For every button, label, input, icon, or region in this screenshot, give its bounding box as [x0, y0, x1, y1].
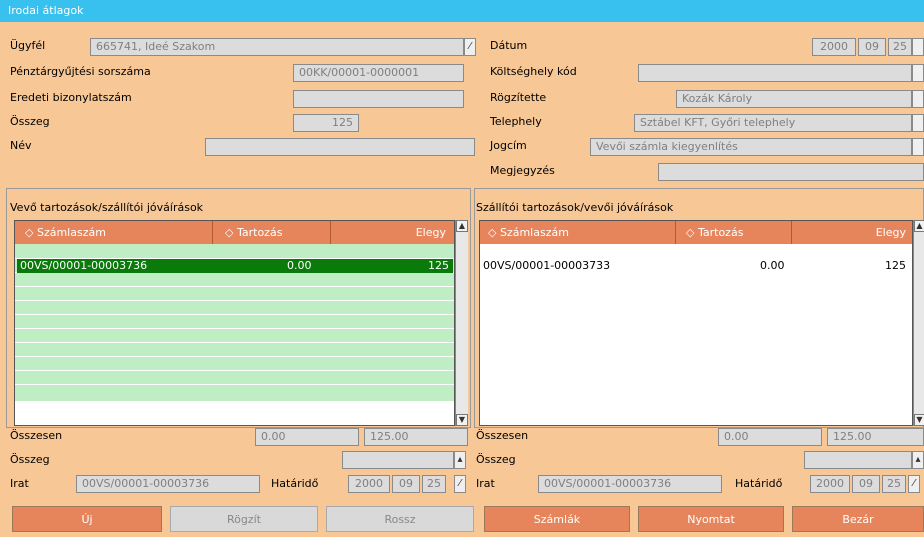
left-hatarido-label: Határidő: [271, 477, 319, 490]
right-vertical-scrollbar[interactable]: ▲ ▼: [913, 220, 924, 426]
right-grid: ◇ Számlaszám ◇ Tartozás Elegy 00VS/00001…: [479, 220, 913, 426]
sort-icon: ◇: [225, 226, 234, 239]
table-row[interactable]: 00VS/00001-00003736 0.00 125: [17, 259, 453, 273]
left-col-szamlaszam-label: Számlaszám: [36, 226, 106, 239]
left-irat-field[interactable]: 00VS/00001-00003736: [76, 475, 260, 493]
left-panel-title: Vevő tartozások/szállítói jóváírások: [10, 201, 204, 214]
right-panel-title: Szállítói tartozások/vevői jóváírások: [476, 201, 674, 214]
scroll-down-icon[interactable]: ▼: [456, 414, 468, 426]
left-col-szamlaszam[interactable]: ◇ Számlaszám: [15, 221, 213, 244]
jogcim-label: Jogcím: [490, 139, 527, 152]
rossz-button[interactable]: Rossz: [326, 506, 474, 532]
eredeti-field[interactable]: [293, 90, 464, 108]
koltseghely-dropdown-icon[interactable]: [912, 64, 924, 82]
left-osszeg-stepper-icon[interactable]: ▴: [454, 451, 466, 469]
rogzitette-field[interactable]: Kozák Károly: [676, 90, 912, 108]
right-col-szamlaszam[interactable]: ◇ Számlaszám: [480, 221, 676, 244]
scroll-down-icon[interactable]: ▼: [914, 414, 924, 426]
sort-icon: ◇: [488, 226, 497, 239]
nev-field[interactable]: [205, 138, 475, 156]
telephely-label: Telephely: [490, 115, 542, 128]
window-title: Irodai átlagok: [0, 0, 924, 22]
datum-day[interactable]: 25: [888, 38, 912, 56]
left-grid: ◇ Számlaszám ◇ Tartozás Elegy 00VS/00001…: [14, 220, 455, 426]
row-tartozas: 0.00: [287, 259, 312, 272]
ugyfel-field[interactable]: 665741, Ideé Szakom: [90, 38, 464, 56]
right-osszesen-label: Összesen: [476, 429, 529, 442]
telephely-field[interactable]: Sztábel KFT, Győri telephely: [634, 114, 912, 132]
left-osszeg-field[interactable]: [342, 451, 454, 469]
penztar-field[interactable]: 00KK/00001-0000001: [293, 64, 464, 82]
row-elegy: 125: [428, 259, 449, 272]
table-row[interactable]: 00VS/00001-00003733 0.00 125: [480, 259, 912, 273]
osszeg-field[interactable]: 125: [293, 114, 359, 132]
bezar-button[interactable]: Bezár: [792, 506, 924, 532]
right-hatarido-month[interactable]: 09: [852, 475, 880, 493]
right-col-szamlaszam-label: Számlaszám: [499, 226, 569, 239]
uj-button[interactable]: Új: [12, 506, 162, 532]
rogzit-button[interactable]: Rögzít: [170, 506, 318, 532]
osszeg-label: Összeg: [10, 115, 50, 128]
row-tartozas: 0.00: [760, 259, 785, 272]
right-col-tartozas[interactable]: ◇ Tartozás: [676, 221, 792, 244]
right-hatarido-label: Határidő: [735, 477, 783, 490]
szamlak-button[interactable]: Számlák: [484, 506, 630, 532]
right-osszesen-1: 0.00: [718, 428, 822, 446]
jogcim-field[interactable]: Vevői számla kiegyenlítés: [590, 138, 912, 156]
rogzitette-label: Rögzítette: [490, 91, 547, 104]
right-hatarido-day[interactable]: 25: [882, 475, 906, 493]
row-elegy: 125: [885, 259, 906, 272]
right-osszeg-label: Összeg: [476, 453, 516, 466]
left-irat-label: Irat: [10, 477, 29, 490]
jogcim-dropdown-icon[interactable]: [912, 138, 924, 156]
right-hatarido-picker-icon[interactable]: ⁄: [908, 475, 920, 493]
rogzitette-dropdown-icon[interactable]: [912, 90, 924, 108]
left-hatarido-day[interactable]: 25: [422, 475, 446, 493]
left-osszesen-2: 125.00: [364, 428, 468, 446]
left-hatarido-picker-icon[interactable]: ⁄: [454, 475, 466, 493]
left-col-elegy[interactable]: Elegy: [331, 221, 454, 244]
sort-icon: ◇: [686, 226, 695, 239]
left-hatarido-month[interactable]: 09: [392, 475, 420, 493]
left-osszesen-label: Összesen: [10, 429, 63, 442]
scroll-up-icon[interactable]: ▲: [456, 220, 468, 232]
left-osszesen-1: 0.00: [255, 428, 359, 446]
megjegyzes-label: Megjegyzés: [490, 164, 555, 177]
left-hatarido-year[interactable]: 2000: [348, 475, 390, 493]
datum-label: Dátum: [490, 39, 528, 52]
right-hatarido-year[interactable]: 2000: [810, 475, 850, 493]
scroll-up-icon[interactable]: ▲: [914, 220, 924, 232]
datum-picker-icon[interactable]: [912, 38, 924, 56]
left-osszeg-label: Összeg: [10, 453, 50, 466]
koltseghely-field[interactable]: [638, 64, 912, 82]
koltseghely-label: Költséghely kód: [490, 65, 577, 78]
right-col-tartozas-label: Tartozás: [697, 226, 744, 239]
datum-month[interactable]: 09: [858, 38, 886, 56]
ugyfel-label: Ügyfél: [10, 39, 46, 52]
telephely-dropdown-icon[interactable]: [912, 114, 924, 132]
eredeti-label: Eredeti bizonylatszám: [10, 91, 132, 104]
right-osszesen-2: 125.00: [827, 428, 924, 446]
ugyfel-dropdown-icon[interactable]: ⁄: [464, 38, 476, 56]
sort-icon: ◇: [25, 226, 34, 239]
left-col-tartozas[interactable]: ◇ Tartozás: [213, 221, 331, 244]
right-osszeg-stepper-icon[interactable]: ▴: [912, 451, 924, 469]
megjegyzes-field[interactable]: [658, 163, 924, 181]
row-szamlaszam: 00VS/00001-00003733: [483, 259, 611, 272]
left-col-tartozas-label: Tartozás: [236, 226, 283, 239]
right-osszeg-field[interactable]: [804, 451, 912, 469]
nev-label: Név: [10, 139, 32, 152]
row-szamlaszam: 00VS/00001-00003736: [20, 259, 148, 272]
right-col-elegy[interactable]: Elegy: [792, 221, 912, 244]
left-vertical-scrollbar[interactable]: ▲ ▼: [455, 220, 468, 426]
penztar-label: Pénztárgyűjtési sorszáma: [10, 65, 151, 78]
datum-year[interactable]: 2000: [812, 38, 856, 56]
nyomtat-button[interactable]: Nyomtat: [638, 506, 784, 532]
right-irat-field[interactable]: 00VS/00001-00003736: [538, 475, 722, 493]
right-irat-label: Irat: [476, 477, 495, 490]
